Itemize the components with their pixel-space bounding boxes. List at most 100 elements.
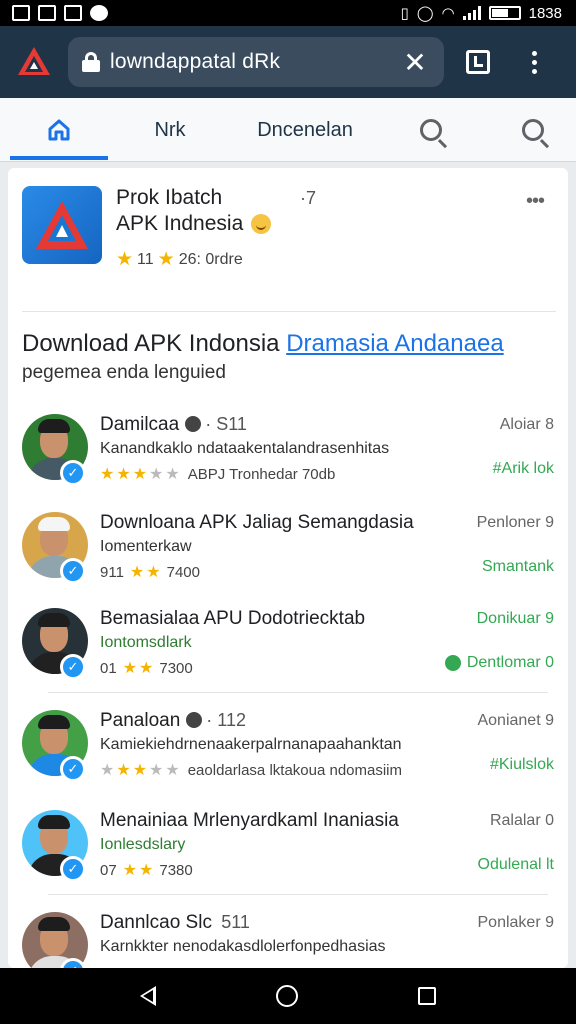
more-options-icon[interactable]: ••• bbox=[526, 190, 545, 213]
item-size: Donikuar 9 bbox=[476, 610, 554, 627]
smiley-icon bbox=[251, 214, 272, 234]
signal-icon bbox=[462, 6, 481, 20]
close-icon[interactable]: ✕ bbox=[400, 46, 430, 79]
rating-value: 11 bbox=[137, 250, 154, 268]
divider bbox=[48, 692, 548, 693]
app-name: Prok Ibatch bbox=[116, 186, 223, 209]
item-size: Ponlaker 9 bbox=[477, 914, 555, 931]
item-description: Kamiekiehdrnenaakerpalrnanapaahanktan bbox=[100, 736, 402, 753]
url-text[interactable]: lowndappatal dRk bbox=[110, 50, 400, 74]
item-description: Iomenterkaw bbox=[100, 538, 192, 555]
item-meta-prefix: 911 bbox=[100, 563, 124, 581]
item-description: Karnkkter nenodakasdlolerfonpedhasias bbox=[100, 938, 386, 955]
verified-icon: ✓ bbox=[60, 460, 86, 486]
item-count: 511 bbox=[221, 912, 250, 932]
item-action-label: Dentlomar 0 bbox=[466, 654, 554, 671]
item-title-text: Dannlcao Slc bbox=[100, 912, 212, 933]
item-size: Ralalar 0 bbox=[489, 812, 554, 829]
item-meta-text: 7400 bbox=[166, 563, 200, 581]
item-title: Bemasialaa APU Dodotriecktab bbox=[100, 608, 366, 629]
item-description: Ionlesdslary bbox=[100, 836, 186, 853]
divider bbox=[48, 894, 548, 895]
app-subtitle-text: APK Indnesia bbox=[116, 212, 244, 235]
star-icon: ★ bbox=[116, 249, 134, 270]
list-item[interactable]: ✓ Panaloan · 112 Kamiekiehdrnenaakerpalrn… bbox=[8, 710, 568, 805]
item-meta: 911 ★ ★ 7400 bbox=[100, 563, 200, 582]
item-title-text: Damilcaa bbox=[100, 414, 180, 435]
recents-icon[interactable] bbox=[418, 987, 436, 1005]
item-meta-text: ABPJ Tronhedar 70db bbox=[187, 465, 336, 483]
globe-icon bbox=[186, 712, 203, 728]
subheading: pegemea enda lenguied bbox=[22, 362, 226, 383]
divider bbox=[22, 311, 556, 312]
nav-tabs: Nrk Dncenelan bbox=[0, 98, 576, 162]
app-subtitle: APK Indnesia bbox=[116, 212, 272, 236]
tab-home[interactable] bbox=[10, 98, 108, 162]
verified-icon: ✓ bbox=[60, 654, 86, 680]
item-meta-prefix: 01 bbox=[100, 659, 117, 677]
item-title: Damilcaa · S11 bbox=[100, 414, 247, 436]
content-card: Prok Ibatch ·7 APK Indnesia ★ 11 ★ 26: 0… bbox=[8, 168, 568, 968]
item-meta-text: 7300 bbox=[159, 659, 193, 677]
verified-icon: ✓ bbox=[60, 558, 86, 584]
item-title: Dannlcao Slc 511 bbox=[100, 912, 250, 934]
item-action[interactable]: #Kiulslok bbox=[490, 756, 554, 774]
app-icon[interactable] bbox=[22, 186, 102, 264]
rating-extra: 26: 0rdre bbox=[178, 250, 243, 268]
item-action[interactable]: #Arik lok bbox=[493, 460, 554, 478]
tab-search[interactable] bbox=[404, 98, 458, 162]
browser-logo-icon[interactable] bbox=[14, 42, 54, 82]
item-title: Panaloan · 112 bbox=[100, 710, 246, 732]
search-icon bbox=[420, 119, 442, 141]
tab-dncenelan[interactable]: Dncenelan bbox=[240, 98, 370, 162]
address-bar[interactable]: lowndappatal dRk ✕ bbox=[68, 37, 444, 87]
system-icons: ▯ ◯ ◠ 1838 bbox=[400, 4, 562, 23]
item-description: Kanandkaklo ndataakentalandrasenhitas bbox=[100, 440, 390, 457]
item-title: Downloana APK Jaliag Semangdasia bbox=[100, 512, 414, 533]
gallery-icon bbox=[38, 5, 56, 21]
item-action[interactable]: Dentlomar 0 bbox=[444, 654, 554, 672]
home-button-icon[interactable] bbox=[276, 985, 298, 1007]
wifi-icon: ◠ bbox=[441, 5, 455, 22]
status-bar: ▯ ◯ ◠ 1838 bbox=[0, 0, 576, 26]
search-icon bbox=[522, 119, 544, 141]
item-meta-text: eaoldarlasa lktakoua ndomasiim bbox=[187, 761, 403, 779]
lock-icon bbox=[82, 52, 100, 72]
item-title: Menainiaa Mrlenyardkaml Inaniasia bbox=[100, 810, 399, 831]
active-tab-indicator bbox=[10, 156, 108, 160]
page-title: Download APK Indonsia Dramasia Andanaea bbox=[22, 330, 504, 358]
item-description: Iontomsdlark bbox=[100, 634, 192, 651]
tab-nrk[interactable]: Nrk bbox=[130, 98, 210, 162]
tabs-button[interactable] bbox=[456, 40, 500, 84]
item-action[interactable]: Smantank bbox=[482, 558, 554, 576]
notification-icons bbox=[12, 5, 108, 21]
item-meta: 01 ★ ★ 7300 bbox=[100, 659, 193, 678]
headline-link[interactable]: Dramasia Andanaea bbox=[286, 330, 503, 357]
list-item[interactable]: ✓ Menainiaa Mrlenyardkaml Inaniasia Ionl… bbox=[8, 810, 568, 905]
vibrate-icon: ▯ bbox=[400, 5, 409, 22]
list-item[interactable]: ✓ Bemasialaa APU Dodotriecktab Iontomsdl… bbox=[8, 608, 568, 703]
item-count: · 112 bbox=[206, 710, 246, 730]
back-icon[interactable] bbox=[140, 986, 156, 1006]
list-item[interactable]: ✓ Damilcaa · S11 Kanandkaklo ndataakental… bbox=[8, 414, 568, 509]
clock: 1838 bbox=[528, 4, 562, 22]
item-meta-text: 7380 bbox=[159, 861, 193, 879]
item-size: Aonianet 9 bbox=[477, 712, 554, 729]
kebab-menu-icon bbox=[531, 50, 537, 74]
list-item[interactable]: ✓ Downloana APK Jaliag Semangdasia Iomen… bbox=[8, 512, 568, 607]
item-meta-prefix: 07 bbox=[100, 861, 117, 879]
list-item[interactable]: ✓ Dannlcao Slc 511 Karnkkter nenodakasdl… bbox=[8, 912, 568, 968]
item-size: Penloner 9 bbox=[476, 514, 554, 531]
item-title-text: Panaloan bbox=[100, 710, 181, 731]
globe-icon bbox=[185, 416, 202, 432]
screenshot-icon bbox=[12, 5, 30, 21]
menu-button[interactable] bbox=[512, 40, 556, 84]
search-button[interactable] bbox=[506, 98, 560, 162]
star-icon: ★ bbox=[157, 249, 175, 270]
battery-icon bbox=[488, 6, 521, 20]
verified-icon: ✓ bbox=[60, 856, 86, 882]
item-meta: ★ ★ ★ ★ ★ ABPJ Tronhedar 70db bbox=[100, 465, 336, 484]
item-size: Aloiar 8 bbox=[499, 416, 554, 433]
alarm-icon: ◯ bbox=[416, 5, 434, 22]
item-action[interactable]: Odulenal lt bbox=[478, 856, 555, 874]
